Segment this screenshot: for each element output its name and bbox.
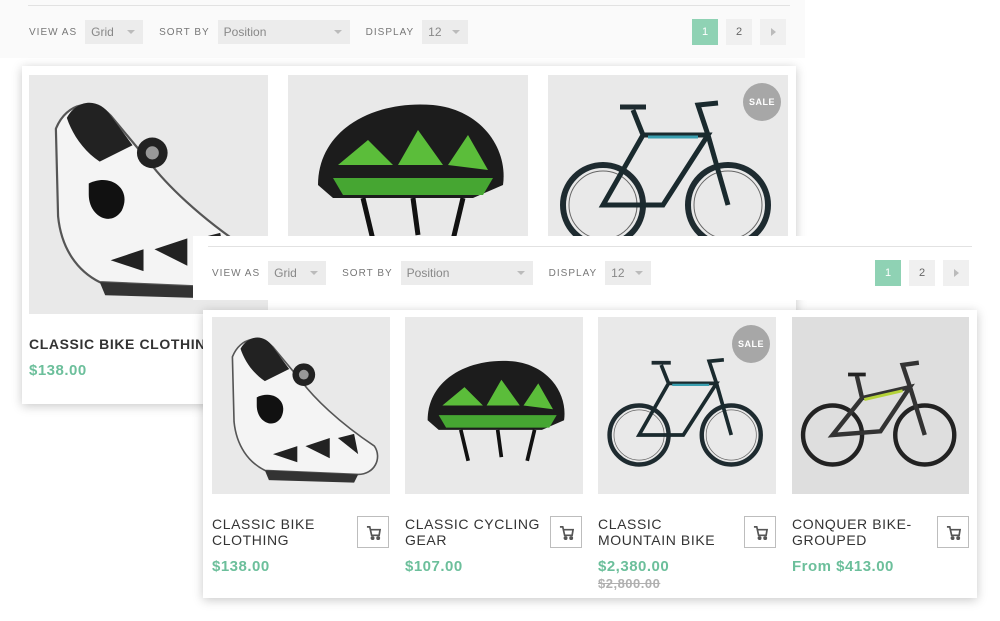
- product-old-price: $2,800.00: [598, 576, 661, 591]
- background-pager: 1 2: [692, 19, 786, 45]
- view-as-label: VIEW AS: [29, 26, 78, 38]
- helmet-icon: [425, 359, 567, 463]
- sort-by-value: Position: [223, 25, 267, 39]
- product-image-helmet[interactable]: [288, 75, 528, 237]
- sort-by-label: SORT BY: [159, 26, 210, 38]
- product-name-line1: CLASSIC: [598, 516, 663, 532]
- sale-badge: SALE: [743, 83, 781, 121]
- display-select[interactable]: 12: [422, 20, 469, 44]
- product-image-mountain-bike[interactable]: SALE: [598, 317, 776, 494]
- display-value: 12: [428, 25, 442, 39]
- background-toolbar: VIEW AS Grid SORT BY Position DISPLAY 12: [29, 20, 484, 44]
- product-name-line2: GEAR: [405, 532, 448, 548]
- caret-down-icon: [635, 271, 644, 275]
- background-divider: [28, 5, 790, 6]
- page-2-button[interactable]: 2: [909, 260, 935, 286]
- product-price: $138.00: [29, 362, 87, 379]
- view-as-label: VIEW AS: [212, 267, 261, 279]
- cart-icon: [946, 526, 961, 540]
- display-select[interactable]: 12: [605, 261, 652, 285]
- front-divider: [208, 246, 972, 247]
- sale-badge: SALE: [732, 325, 770, 363]
- product-name-line2: MOUNTAIN BIKE: [598, 532, 716, 548]
- caret-down-icon: [127, 30, 136, 34]
- add-to-cart-button[interactable]: [937, 516, 969, 548]
- product-image-mountain-bike[interactable]: SALE: [548, 75, 788, 237]
- caret-down-icon: [333, 30, 342, 34]
- product-name[interactable]: CONQUER BIKE- GROUPED: [792, 516, 912, 548]
- next-page-button[interactable]: [760, 19, 786, 45]
- caret-down-icon: [516, 271, 525, 275]
- product-price: $138.00: [212, 558, 270, 575]
- add-to-cart-button[interactable]: [744, 516, 776, 548]
- page-1-button[interactable]: 1: [692, 19, 718, 45]
- display-value: 12: [611, 266, 625, 280]
- add-to-cart-button[interactable]: [550, 516, 582, 548]
- full-suspension-bike-icon: [792, 317, 969, 494]
- sort-by-label: SORT BY: [342, 267, 393, 279]
- product-name-line2: CLOTHING: [212, 532, 290, 548]
- cart-icon: [753, 526, 768, 540]
- product-image-shoe[interactable]: [212, 317, 390, 494]
- product-price: From $413.00: [792, 558, 894, 575]
- view-as-value: Grid: [91, 25, 114, 39]
- cycling-shoe-icon: [231, 336, 379, 484]
- chevron-right-icon: [953, 269, 959, 277]
- page-1-button[interactable]: 1: [875, 260, 901, 286]
- view-as-select[interactable]: Grid: [268, 261, 327, 285]
- product-price: $2,380.00: [598, 558, 670, 575]
- next-page-button[interactable]: [943, 260, 969, 286]
- product-name-line1: CLASSIC CYCLING: [405, 516, 541, 532]
- helmet-icon: [288, 75, 528, 237]
- sort-by-value: Position: [406, 266, 450, 280]
- display-label: DISPLAY: [548, 267, 598, 279]
- product-name[interactable]: CLASSIC BIKE CLOTHING: [212, 516, 315, 548]
- page-2-button[interactable]: 2: [726, 19, 752, 45]
- display-label: DISPLAY: [365, 26, 415, 38]
- cart-icon: [559, 526, 574, 540]
- product-name-line2: GROUPED: [792, 532, 867, 548]
- product-grid: CLASSIC BIKE CLOTHING $138.00 CLASSIC CYC…: [203, 310, 977, 598]
- product-name[interactable]: CLASSIC BIKE CLOTHING: [29, 336, 217, 352]
- product-image-full-suspension-bike[interactable]: [792, 317, 969, 494]
- product-price: $107.00: [405, 558, 463, 575]
- product-name-line1: CONQUER BIKE-: [792, 516, 912, 532]
- chevron-right-icon: [770, 28, 776, 36]
- product-image-helmet[interactable]: [405, 317, 583, 494]
- caret-down-icon: [452, 30, 461, 34]
- view-as-value: Grid: [274, 266, 297, 280]
- product-name[interactable]: CLASSIC MOUNTAIN BIKE: [598, 516, 715, 548]
- caret-down-icon: [310, 271, 319, 275]
- view-as-select[interactable]: Grid: [85, 20, 144, 44]
- sort-by-select[interactable]: Position: [400, 261, 533, 285]
- sort-by-select[interactable]: Position: [217, 20, 350, 44]
- add-to-cart-button[interactable]: [357, 516, 389, 548]
- front-pager: 1 2: [875, 260, 969, 286]
- product-name[interactable]: CLASSIC CYCLING GEAR: [405, 516, 540, 548]
- front-toolbar: VIEW AS Grid SORT BY Position DISPLAY 12: [212, 261, 667, 285]
- product-name-line1: CLASSIC BIKE: [212, 516, 315, 532]
- cart-icon: [366, 526, 381, 540]
